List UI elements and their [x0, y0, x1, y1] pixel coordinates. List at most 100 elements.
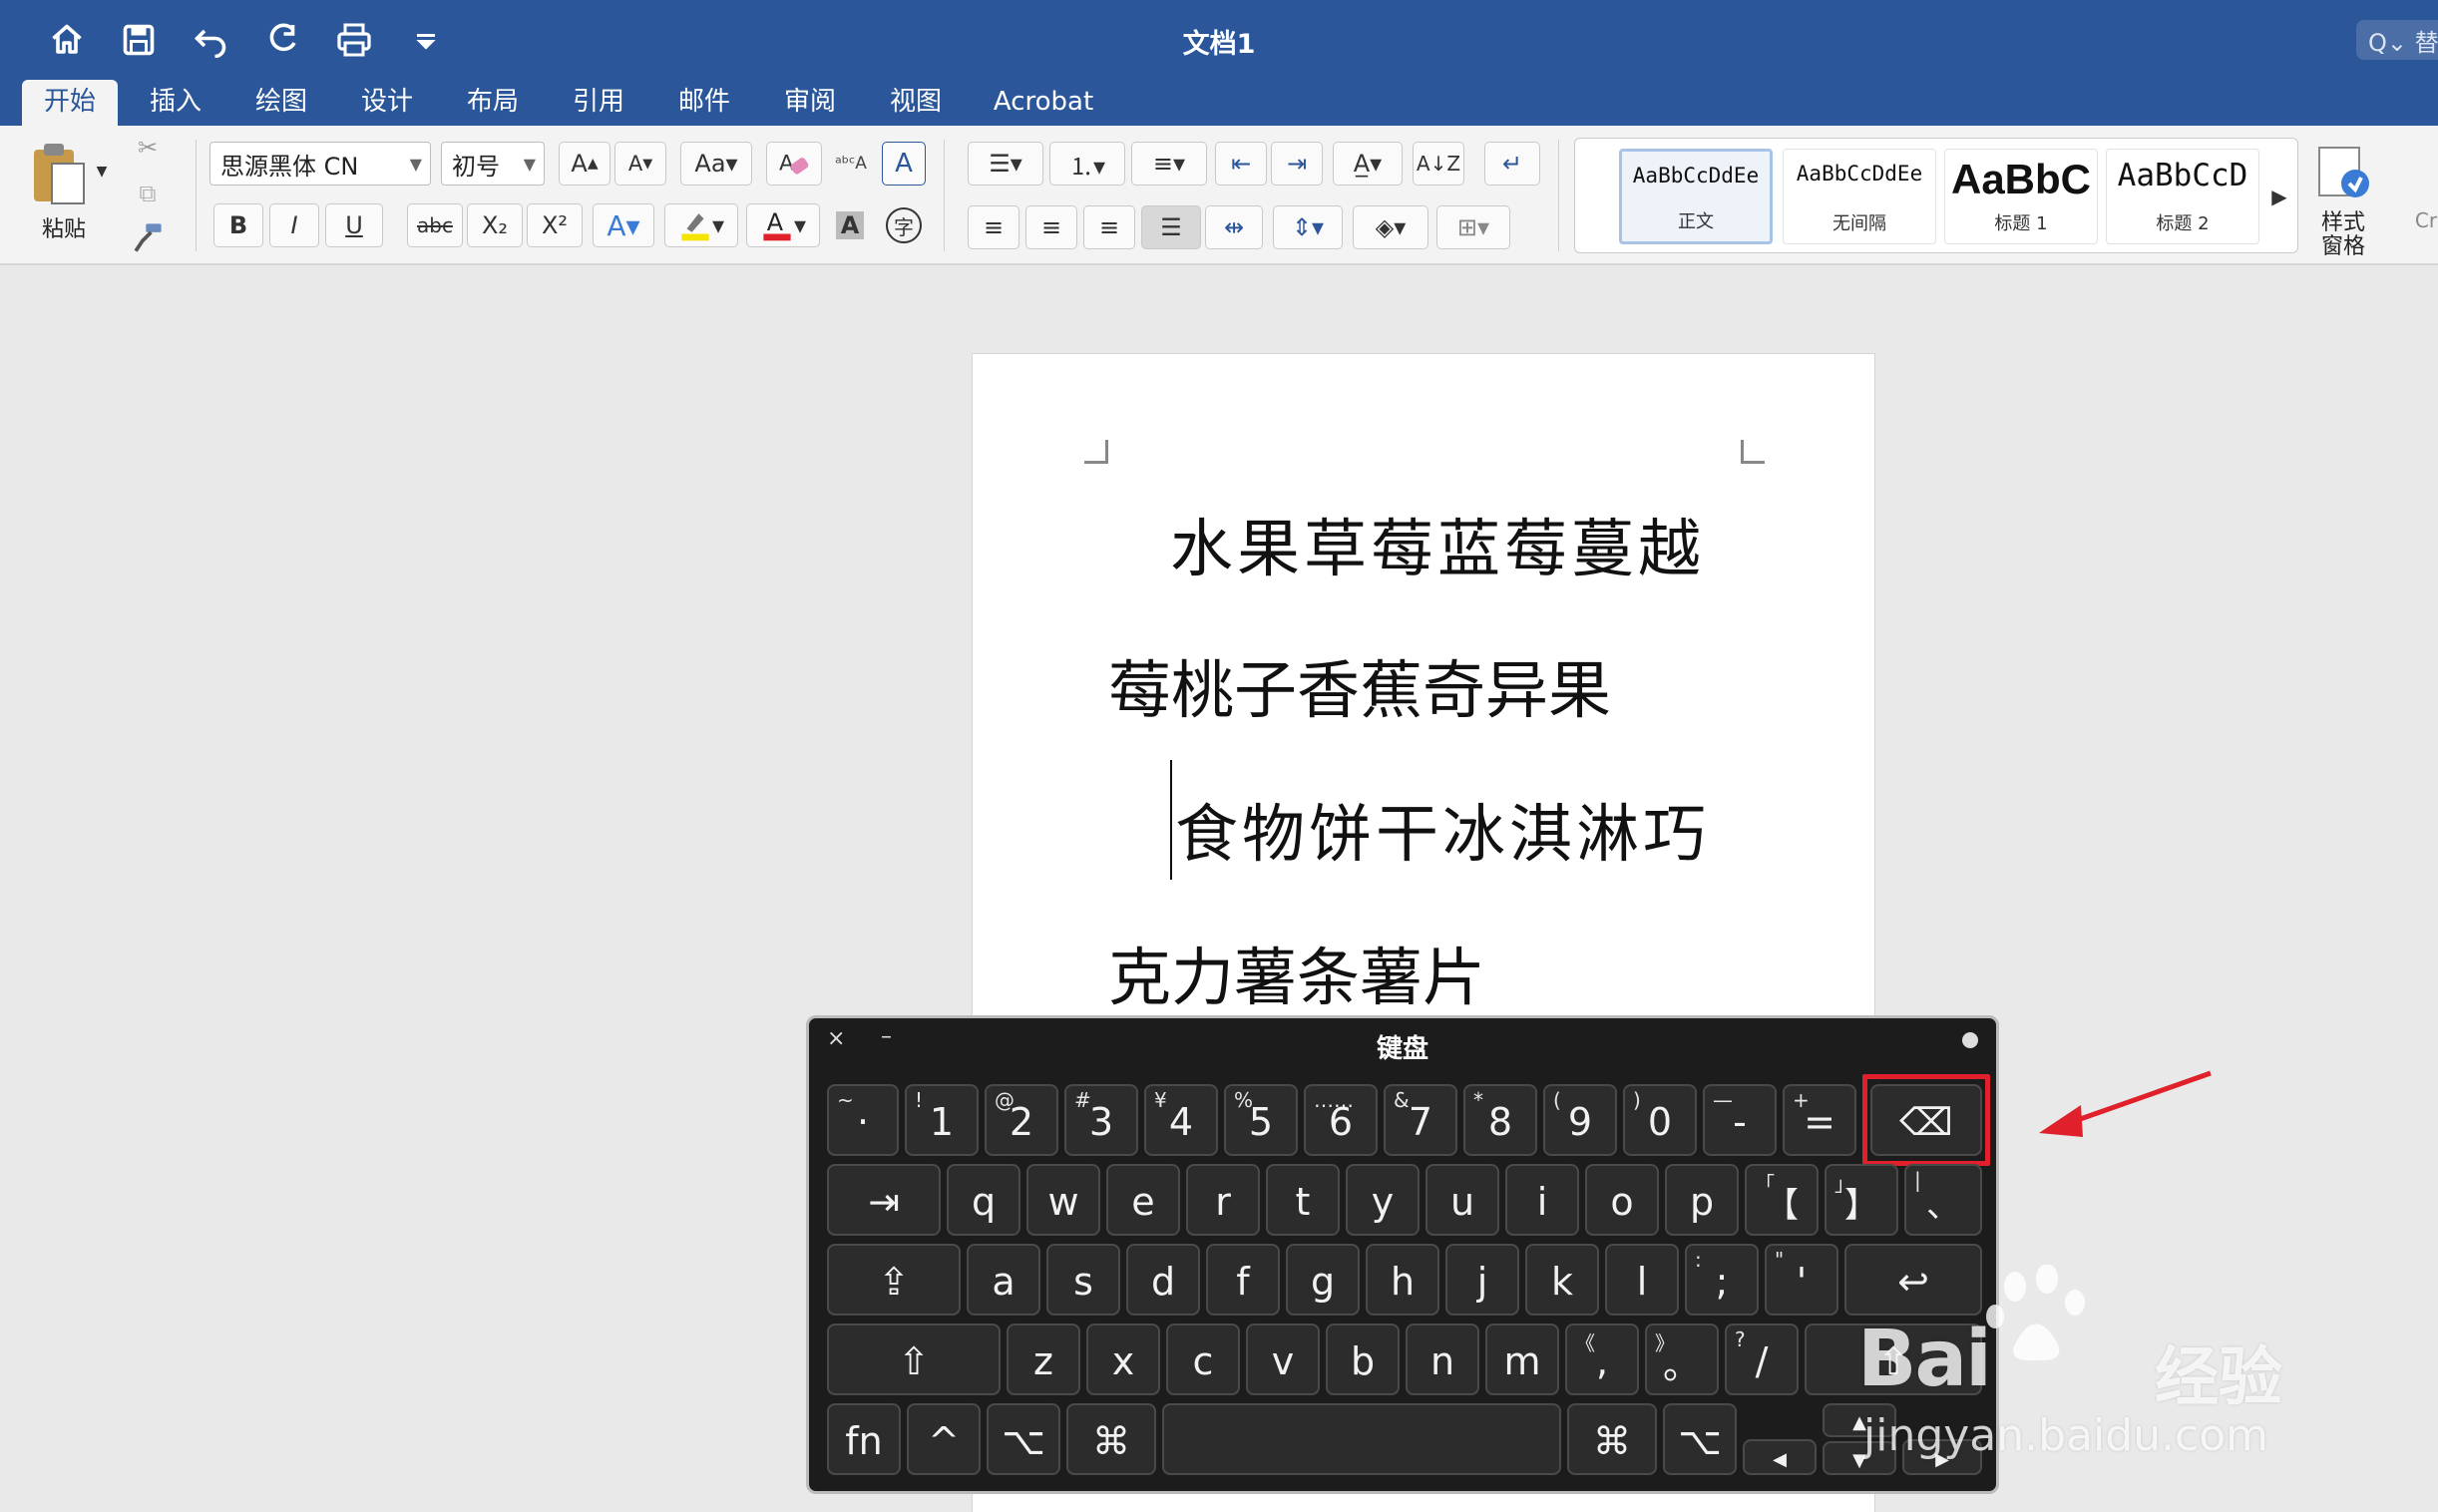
key-j[interactable]: j: [1445, 1244, 1519, 1316]
key-w[interactable]: w: [1026, 1164, 1100, 1236]
tab-insert[interactable]: 插入: [136, 80, 215, 126]
key-k[interactable]: k: [1525, 1244, 1599, 1316]
document-line[interactable]: 克力薯条薯片: [1108, 928, 1485, 1018]
options-icon[interactable]: [1962, 1032, 1978, 1048]
tab-view[interactable]: 视图: [876, 80, 956, 126]
tab-home[interactable]: 开始: [22, 80, 118, 126]
key-u[interactable]: u: [1425, 1164, 1499, 1236]
decrease-indent-button[interactable]: ⇤: [1215, 142, 1267, 186]
left-shift-key[interactable]: ⇧: [827, 1323, 1001, 1395]
left-command-key[interactable]: ⌘: [1066, 1403, 1156, 1475]
distributed-align-button[interactable]: ⇹: [1205, 205, 1263, 249]
space-key[interactable]: [1162, 1403, 1561, 1475]
tab-design[interactable]: 设计: [347, 80, 427, 126]
bold-button[interactable]: B: [213, 203, 263, 247]
key-6[interactable]: …… 6: [1304, 1084, 1378, 1156]
phonetic-guide-icon[interactable]: ᵃᵇᶜA: [828, 142, 874, 186]
key-v[interactable]: v: [1246, 1323, 1320, 1395]
left-arrow-key[interactable]: ◀: [1743, 1439, 1817, 1475]
key-c[interactable]: c: [1166, 1323, 1240, 1395]
key-7[interactable]: & 7: [1384, 1084, 1457, 1156]
return-key[interactable]: ↩: [1844, 1244, 1982, 1316]
shrink-font-button[interactable]: A ▼: [614, 142, 666, 186]
key-b[interactable]: b: [1326, 1323, 1400, 1395]
align-center-button[interactable]: ≡: [1025, 205, 1077, 249]
style-heading-1[interactable]: AaBbC 标题 1: [1944, 149, 2098, 244]
key-r[interactable]: r: [1186, 1164, 1260, 1236]
key-z[interactable]: z: [1007, 1323, 1080, 1395]
borders-button[interactable]: ⊞▾: [1436, 205, 1510, 249]
document-line[interactable]: 莓桃子香蕉奇异果: [1108, 640, 1611, 731]
tab-review[interactable]: 审阅: [770, 80, 850, 126]
right-command-key[interactable]: ⌘: [1567, 1403, 1657, 1475]
shading-button[interactable]: ◈▾: [1353, 205, 1428, 249]
cut-off-control[interactable]: Cr: [2414, 205, 2438, 235]
key-q[interactable]: q: [947, 1164, 1020, 1236]
key-m[interactable]: m: [1485, 1323, 1559, 1395]
tab-layout[interactable]: 布局: [453, 80, 533, 126]
superscript-button[interactable]: X²: [527, 203, 583, 247]
underline-button[interactable]: U: [325, 203, 383, 247]
key-semicolon[interactable]: :;: [1685, 1244, 1759, 1316]
paste-icon[interactable]: [22, 136, 96, 209]
line-spacing-button[interactable]: ⇕▾: [1273, 205, 1343, 249]
key-t[interactable]: t: [1266, 1164, 1340, 1236]
sort-button[interactable]: A↓Z: [1413, 142, 1464, 186]
font-color-button[interactable]: A ▾: [746, 203, 820, 247]
font-name-select[interactable]: 思源黑体 CN ▼: [209, 142, 431, 186]
key-9[interactable]: (9: [1543, 1084, 1617, 1156]
fn-key[interactable]: fn: [827, 1403, 901, 1475]
cut-icon[interactable]: ✂: [130, 130, 166, 166]
align-left-button[interactable]: ≡: [968, 205, 1019, 249]
numbering-button[interactable]: ⒈▾: [1049, 142, 1125, 186]
key-l[interactable]: l: [1605, 1244, 1679, 1316]
key-n[interactable]: n: [1406, 1323, 1479, 1395]
right-option-key[interactable]: ⌥: [1663, 1403, 1737, 1475]
key-backslash[interactable]: |、: [1904, 1164, 1982, 1236]
grow-font-button[interactable]: A ▲: [559, 142, 610, 186]
down-arrow-key[interactable]: ▼: [1823, 1441, 1896, 1475]
format-painter-icon[interactable]: [128, 217, 168, 257]
strikethrough-button[interactable]: abc: [407, 203, 463, 247]
key-5[interactable]: % 5: [1224, 1084, 1298, 1156]
justify-button[interactable]: ☰: [1141, 205, 1201, 249]
key-grave[interactable]: ~ ·: [827, 1084, 899, 1156]
document-line[interactable]: 水果草莓蓝莓蔓越: [1170, 499, 1705, 589]
subscript-button[interactable]: X₂: [467, 203, 523, 247]
tab-key[interactable]: ⇥: [827, 1164, 941, 1236]
search-input[interactable]: Q⌄ 替: [2356, 20, 2438, 60]
key-i[interactable]: i: [1505, 1164, 1579, 1236]
key-period[interactable]: 》。: [1645, 1323, 1719, 1395]
tab-draw[interactable]: 绘图: [241, 80, 321, 126]
character-shading-icon[interactable]: A: [830, 203, 870, 247]
tab-acrobat[interactable]: Acrobat: [988, 80, 1099, 126]
tab-mailings[interactable]: 邮件: [664, 80, 744, 126]
multilevel-list-button[interactable]: ≡▾: [1131, 142, 1207, 186]
chinese-layout-button[interactable]: A̲▾: [1333, 142, 1403, 186]
key-p[interactable]: p: [1665, 1164, 1739, 1236]
character-border-icon[interactable]: A: [882, 142, 926, 186]
gallery-more-icon[interactable]: ▶: [2267, 179, 2291, 214]
key-equals[interactable]: + =: [1783, 1084, 1856, 1156]
key-o[interactable]: o: [1585, 1164, 1659, 1236]
bullets-button[interactable]: ☰▾: [968, 142, 1043, 186]
key-8[interactable]: * 8: [1463, 1084, 1537, 1156]
key-slash[interactable]: ? /: [1725, 1323, 1799, 1395]
key-a[interactable]: a: [967, 1244, 1040, 1316]
left-option-key[interactable]: ⌥: [987, 1403, 1060, 1475]
right-shift-key[interactable]: ⇧: [1805, 1323, 1982, 1395]
chevron-down-icon[interactable]: ▼: [92, 162, 112, 182]
key-e[interactable]: e: [1106, 1164, 1180, 1236]
enclose-characters-icon[interactable]: 字: [882, 203, 926, 247]
key-f[interactable]: f: [1206, 1244, 1280, 1316]
control-key[interactable]: ^: [907, 1403, 981, 1475]
increase-indent-button[interactable]: ⇥: [1271, 142, 1323, 186]
copy-icon[interactable]: ⧉: [130, 176, 166, 211]
highlight-button[interactable]: ▾: [664, 203, 738, 247]
clear-format-icon[interactable]: A: [766, 142, 822, 186]
key-3[interactable]: #3: [1064, 1084, 1138, 1156]
key-minus[interactable]: — -: [1703, 1084, 1777, 1156]
key-y[interactable]: y: [1346, 1164, 1420, 1236]
key-4[interactable]: ¥4: [1144, 1084, 1218, 1156]
style-normal[interactable]: AaBbCcDdEe 正文: [1619, 149, 1773, 244]
